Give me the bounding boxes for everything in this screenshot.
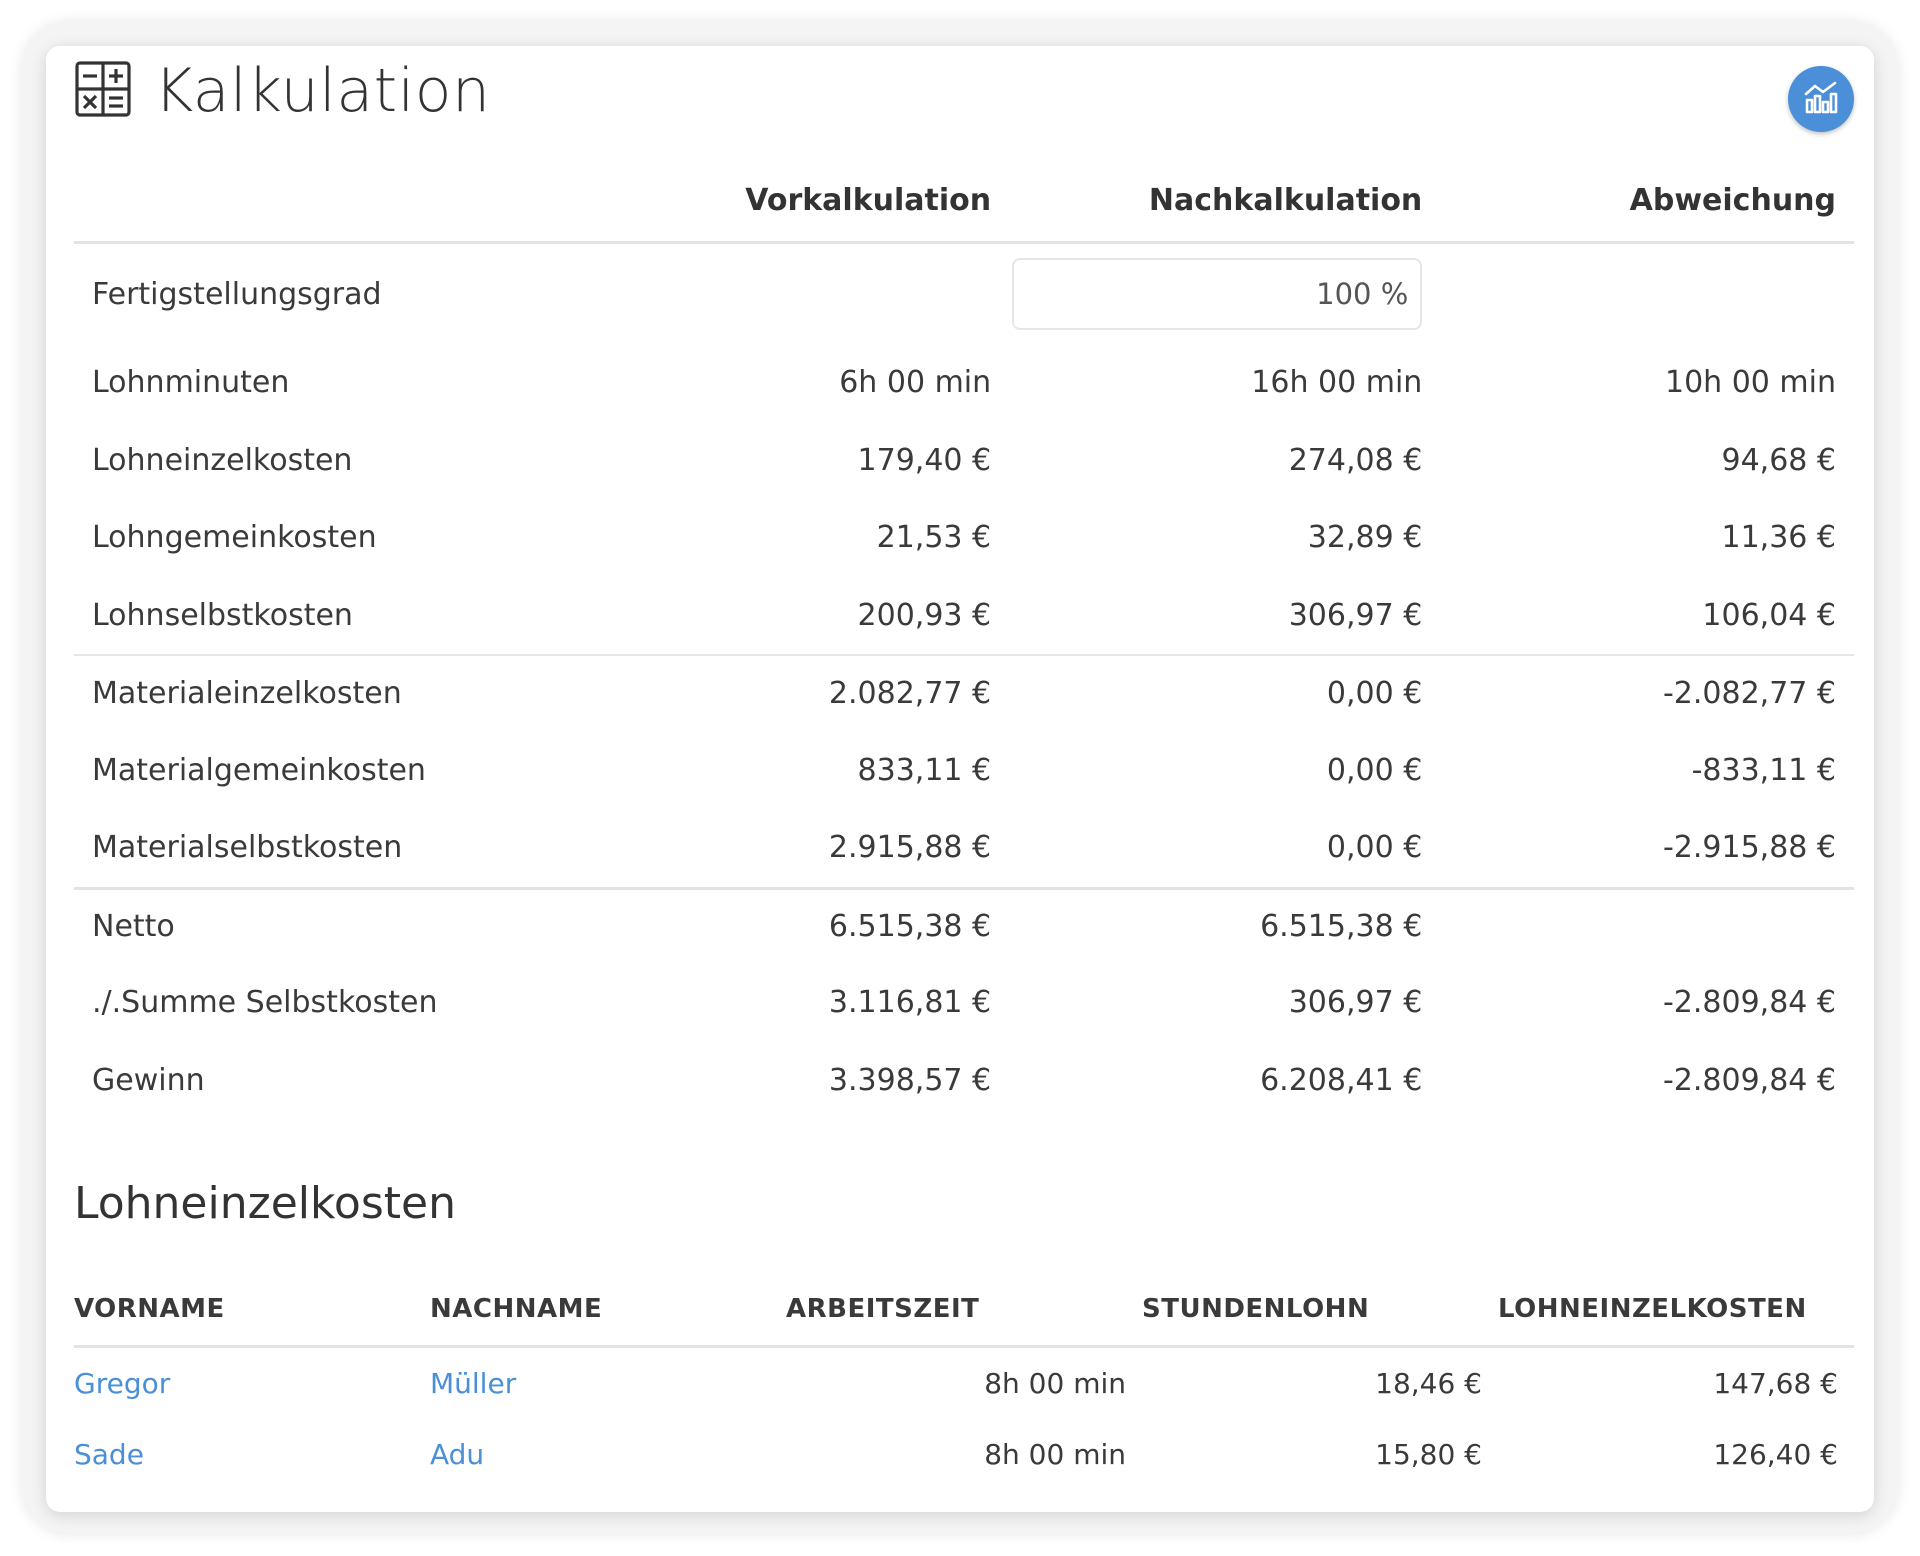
row-label: Netto: [92, 909, 175, 945]
table-row: Lohngemeinkosten 21,53 € 32,89 € 11,36 €: [74, 499, 1854, 577]
value-nach: 274,08 €: [1288, 442, 1423, 478]
value-vor: 179,40 €: [857, 442, 992, 478]
header-vorkalkulation: Vorkalkulation: [745, 183, 992, 218]
value-vor: 2.915,88 €: [828, 830, 992, 866]
employee-nachname-link[interactable]: Müller: [430, 1367, 516, 1400]
table-row: Lohnselbstkosten 200,93 € 306,97 € 106,0…: [74, 577, 1854, 655]
page-title: Kalkulation: [154, 56, 491, 126]
employee-vorname-link[interactable]: Sade: [74, 1438, 144, 1471]
value-nach: 0,00 €: [1326, 830, 1423, 866]
table-row: Materialgemeinkosten 833,11 € 0,00 € -83…: [74, 732, 1854, 810]
value-vor: 3.398,57 €: [828, 1062, 992, 1098]
employee-nachname-link[interactable]: Adu: [430, 1438, 484, 1471]
stundenlohn-value: 18,46 €: [1375, 1367, 1482, 1400]
value-abw: -2.809,84 €: [1662, 1062, 1837, 1098]
value-nach: 6.208,41 €: [1260, 1062, 1423, 1098]
header-lohneinzelkosten: LOHNEINZELKOSTEN: [1498, 1293, 1807, 1324]
lohneinzelkosten-value: 147,68 €: [1713, 1367, 1838, 1400]
value-abw: 106,04 €: [1702, 597, 1837, 633]
header-stundenlohn: STUNDENLOHN: [1142, 1293, 1370, 1324]
row-label: Gewinn: [92, 1062, 205, 1098]
table-row: Gregor Müller 8h 00 min 18,46 € 147,68 €: [74, 1348, 1854, 1419]
employee-vorname-link[interactable]: Gregor: [74, 1367, 170, 1400]
chart-button[interactable]: [1788, 66, 1854, 132]
row-label: Lohneinzelkosten: [92, 442, 353, 478]
value-abw: 94,68 €: [1721, 442, 1837, 478]
value-abw: -2.082,77 €: [1662, 676, 1837, 712]
table-row: Materialselbstkosten 2.915,88 € 0,00 € -…: [74, 809, 1854, 887]
lohneinzelkosten-table: VORNAME NACHNAME ARBEITSZEIT STUNDENLOHN…: [74, 1272, 1854, 1490]
row-label: Fertigstellungsgrad: [92, 276, 382, 312]
table-row: ./.Summe Selbstkosten 3.116,81 € 306,97 …: [74, 964, 1854, 1042]
value-vor: 833,11 €: [857, 752, 992, 788]
row-label: Lohngemeinkosten: [92, 520, 377, 556]
kalkulation-header-row: Vorkalkulation Nachkalkulation Abweichun…: [74, 160, 1854, 244]
lohn-header-row: VORNAME NACHNAME ARBEITSZEIT STUNDENLOHN…: [74, 1272, 1854, 1348]
table-row: Lohneinzelkosten 179,40 € 274,08 € 94,68…: [74, 422, 1854, 500]
value-vor: 3.116,81 €: [828, 985, 992, 1021]
table-row: Gewinn 3.398,57 € 6.208,41 € -2.809,84 €: [74, 1042, 1854, 1120]
value-vor: 2.082,77 €: [828, 676, 992, 712]
value-nach: 6.515,38 €: [1260, 909, 1423, 945]
calculator-icon: [74, 60, 132, 122]
row-label: Lohnselbstkosten: [92, 597, 353, 633]
value-vor: 6.515,38 €: [828, 909, 992, 945]
value-abw: 10h 00 min: [1665, 365, 1837, 401]
table-row: Netto 6.515,38 € 6.515,38 €: [74, 886, 1854, 965]
table-row: Lohnminuten 6h 00 min 16h 00 min 10h 00 …: [74, 344, 1854, 422]
value-nach: 0,00 €: [1326, 676, 1423, 712]
header-abweichung: Abweichung: [1629, 183, 1837, 218]
value-abw: -2.915,88 €: [1662, 830, 1837, 866]
fertigstellungsgrad-input[interactable]: 100 %: [1012, 258, 1423, 330]
table-row: Sade Adu 8h 00 min 15,80 € 126,40 €: [74, 1419, 1854, 1490]
value-vor: 200,93 €: [857, 597, 992, 633]
value-abw: -833,11 €: [1691, 752, 1837, 788]
table-row: Materialeinzelkosten 2.082,77 € 0,00 € -…: [74, 654, 1854, 732]
value-abw: -2.809,84 €: [1662, 985, 1837, 1021]
header-nachname: NACHNAME: [430, 1293, 603, 1324]
header-vorname: VORNAME: [74, 1293, 225, 1324]
value-vor: 21,53 €: [876, 520, 992, 556]
row-label: Materialgemeinkosten: [92, 752, 426, 788]
row-label: Lohnminuten: [92, 365, 290, 401]
value-abw: 11,36 €: [1721, 520, 1837, 556]
value-nach: 32,89 €: [1307, 520, 1423, 556]
chart-icon: [1802, 78, 1840, 120]
row-fertigstellungsgrad: Fertigstellungsgrad 100 %: [74, 244, 1854, 344]
section-title-lohneinzelkosten: Lohneinzelkosten: [74, 1178, 456, 1229]
header-nachkalkulation: Nachkalkulation: [1148, 183, 1423, 218]
row-label: Materialeinzelkosten: [92, 676, 402, 712]
value-vor: 6h 00 min: [839, 365, 992, 401]
page-header: Kalkulation: [74, 56, 491, 126]
row-label: ./.Summe Selbstkosten: [92, 985, 438, 1021]
arbeitszeit-value: 8h 00 min: [984, 1367, 1126, 1400]
value-nach: 0,00 €: [1326, 752, 1423, 788]
header-arbeitszeit: ARBEITSZEIT: [786, 1293, 980, 1324]
row-label: Materialselbstkosten: [92, 830, 403, 866]
lohneinzelkosten-value: 126,40 €: [1713, 1438, 1838, 1471]
arbeitszeit-value: 8h 00 min: [984, 1438, 1126, 1471]
kalkulation-table: Vorkalkulation Nachkalkulation Abweichun…: [74, 160, 1854, 1119]
value-nach: 306,97 €: [1288, 985, 1423, 1021]
stundenlohn-value: 15,80 €: [1375, 1438, 1482, 1471]
value-nach: 306,97 €: [1288, 597, 1423, 633]
value-nach: 16h 00 min: [1251, 365, 1423, 401]
